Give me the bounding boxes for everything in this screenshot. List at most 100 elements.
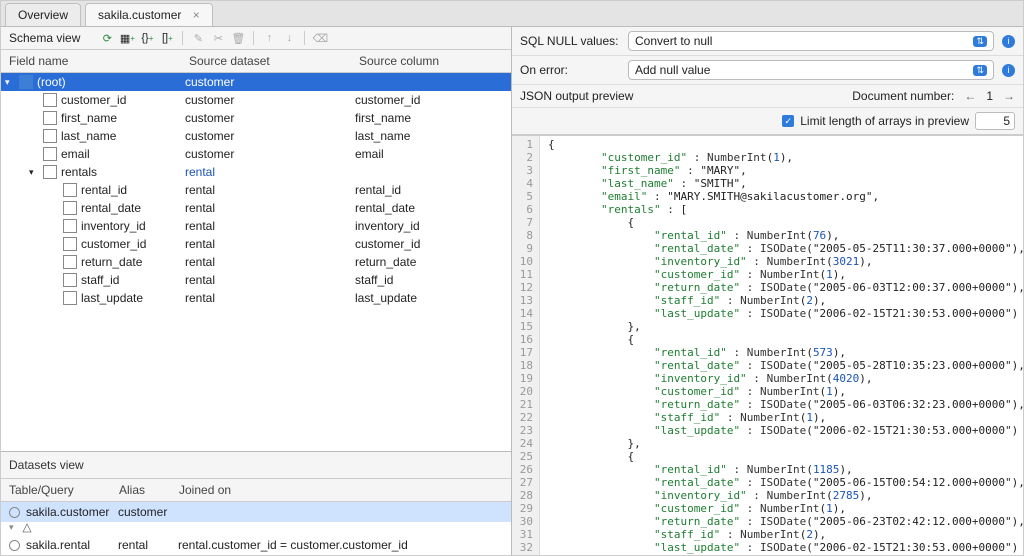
tree-row[interactable]: customer_id customer customer_id [1, 91, 511, 109]
field-name: inventory_id [81, 219, 146, 233]
tree-row[interactable]: staff_id rental staff_id [1, 271, 511, 289]
on-error-select[interactable]: Add null value ⇅ [628, 60, 994, 80]
tree-row[interactable]: last_update rental last_update [1, 289, 511, 307]
chevron-down-icon[interactable]: ▾ [9, 522, 19, 533]
col-alias: Alias [119, 483, 179, 497]
field-name: return_date [81, 255, 142, 269]
move-down-icon[interactable]: ↓ [282, 31, 296, 45]
radio-icon[interactable] [9, 540, 20, 551]
source-column: staff_id [355, 273, 507, 287]
add-array-icon[interactable]: []+ [160, 31, 174, 45]
tree-row[interactable]: email customer email [1, 145, 511, 163]
source-dataset: rental [185, 201, 355, 215]
field-icon [63, 255, 77, 269]
tree-row-root[interactable]: ▾ (root) customer [1, 73, 511, 91]
source-column: customer_id [355, 93, 507, 107]
tree-row-rentals[interactable]: ▾ rentals rental [1, 163, 511, 181]
source-dataset: rental [185, 255, 355, 269]
field-name: first_name [61, 111, 117, 125]
delete-icon[interactable]: 🗑 [231, 31, 245, 45]
limit-row: ✓ Limit length of arrays in preview 5 [512, 108, 1023, 135]
source-dataset: customer [185, 111, 355, 125]
refresh-icon[interactable]: ⟳ [100, 31, 114, 45]
cut-icon[interactable]: ✂ [211, 31, 225, 45]
tree-row[interactable]: last_name customer last_name [1, 127, 511, 145]
col-table: Table/Query [9, 483, 119, 497]
source-column: last_update [355, 291, 507, 305]
array-icon [43, 165, 57, 179]
tree-row[interactable]: rental_id rental rental_id [1, 181, 511, 199]
json-editor[interactable]: 1234567891011121314151617181920212223242… [512, 135, 1023, 555]
field-icon [43, 147, 57, 161]
col-source-column: Source column [359, 54, 503, 68]
tab-bar: Overview sakila.customer × [1, 1, 1023, 27]
source-column: rental_id [355, 183, 507, 197]
app-window: Overview sakila.customer × Schema view ⟳… [0, 0, 1024, 556]
info-icon[interactable]: i [1002, 35, 1015, 48]
schema-column-headers: Field name Source dataset Source column [1, 50, 511, 73]
close-icon[interactable]: × [193, 8, 200, 22]
sql-null-label: SQL NULL values: [520, 34, 620, 48]
source-dataset: rental [185, 183, 355, 197]
field-name: rental_id [81, 183, 127, 197]
source-dataset[interactable]: rental [185, 165, 355, 179]
source-dataset: rental [185, 291, 355, 305]
field-name: customer_id [81, 237, 146, 251]
limit-label: Limit length of arrays in preview [800, 114, 969, 128]
clear-icon[interactable]: ⌫ [313, 31, 327, 45]
ds-alias: customer [118, 505, 178, 519]
source-dataset: rental [185, 273, 355, 287]
updown-icon: ⇅ [973, 65, 987, 76]
tree-row[interactable]: inventory_id rental inventory_id [1, 217, 511, 235]
source-column: rental_date [355, 201, 507, 215]
code-area[interactable]: { "customer_id" : NumberInt(1), "first_n… [540, 136, 1023, 555]
preview-pane: SQL NULL values: Convert to null ⇅ i On … [512, 27, 1023, 555]
preview-header: JSON output preview Document number: ← 1… [512, 85, 1023, 108]
dataset-row-customer[interactable]: sakila.customer customer [1, 502, 511, 522]
join-connector: ▾ [1, 522, 511, 535]
source-column: customer_id [355, 237, 507, 251]
datasets-headers: Table/Query Alias Joined on [1, 479, 511, 502]
tree-row[interactable]: return_date rental return_date [1, 253, 511, 271]
field-name: email [61, 147, 90, 161]
select-value: Convert to null [635, 34, 712, 48]
tab-sakila-customer[interactable]: sakila.customer × [85, 3, 213, 26]
tree-row[interactable]: first_name customer first_name [1, 109, 511, 127]
object-icon [19, 75, 33, 89]
limit-input[interactable]: 5 [975, 112, 1015, 130]
move-up-icon[interactable]: ↑ [262, 31, 276, 45]
edit-icon[interactable]: ✎ [191, 31, 205, 45]
tree-row[interactable]: customer_id rental customer_id [1, 235, 511, 253]
schema-tree[interactable]: ▾ (root) customer customer_id customer c… [1, 73, 511, 451]
source-column: return_date [355, 255, 507, 269]
source-column: email [355, 147, 507, 161]
select-value: Add null value [635, 63, 710, 77]
field-name: (root) [37, 75, 66, 89]
next-doc-icon[interactable]: → [1003, 89, 1015, 103]
radio-icon[interactable] [9, 507, 20, 518]
limit-checkbox[interactable]: ✓ [782, 115, 794, 127]
tab-overview[interactable]: Overview [5, 3, 81, 26]
tree-row[interactable]: rental_date rental rental_date [1, 199, 511, 217]
source-column: inventory_id [355, 219, 507, 233]
doc-number-label: Document number: [852, 89, 954, 103]
field-icon [43, 93, 57, 107]
datasets-title: Datasets view [1, 452, 511, 479]
col-joined: Joined on [179, 483, 503, 497]
field-name: rental_date [81, 201, 141, 215]
field-icon [63, 201, 77, 215]
info-icon[interactable]: i [1002, 64, 1015, 77]
prev-doc-icon[interactable]: ← [964, 89, 976, 103]
field-icon [63, 291, 77, 305]
preview-title: JSON output preview [520, 89, 633, 103]
dataset-row-rental[interactable]: sakila.rental rental rental.customer_id … [1, 535, 511, 555]
ds-alias: rental [118, 538, 178, 552]
field-name: last_update [81, 291, 143, 305]
chevron-down-icon[interactable]: ▾ [5, 77, 15, 88]
source-dataset: rental [185, 237, 355, 251]
sql-null-select[interactable]: Convert to null ⇅ [628, 31, 994, 51]
doc-number-value: 1 [986, 89, 993, 103]
add-object-icon[interactable]: {}+ [140, 31, 154, 45]
chevron-down-icon[interactable]: ▾ [29, 167, 39, 178]
add-container-icon[interactable]: ▦+ [120, 31, 134, 45]
